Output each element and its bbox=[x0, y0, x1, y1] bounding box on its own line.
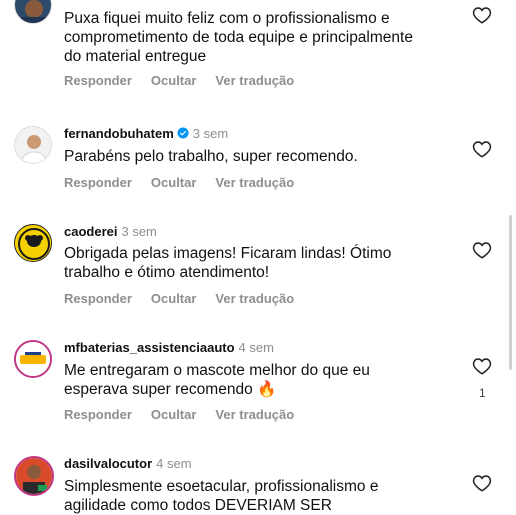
avatar[interactable] bbox=[14, 0, 52, 24]
username-link[interactable]: dasilvalocutor bbox=[64, 456, 152, 471]
scrollbar[interactable] bbox=[509, 215, 512, 370]
comment-text: Me entregaram o mascote melhor do que eu… bbox=[64, 362, 370, 398]
username-link[interactable]: fernandobuhatem bbox=[64, 126, 174, 141]
comment-time: 3 sem bbox=[121, 224, 157, 239]
comment-text: Simplesmente esoetacular, profissionalis… bbox=[64, 478, 379, 514]
comment-actions: Responder Ocultar Ver tradução bbox=[64, 291, 313, 306]
comment-header: caoderei 3 sem bbox=[64, 224, 157, 239]
reply-button[interactable]: Responder bbox=[64, 291, 132, 306]
see-translation-button[interactable]: Ver tradução bbox=[215, 73, 294, 88]
comment-header: mfbaterias_assistenciaauto 4 sem bbox=[64, 340, 274, 355]
see-translation-button[interactable]: Ver tradução bbox=[215, 291, 294, 306]
comment-text: Parabéns pelo trabalho, super recomendo. bbox=[64, 148, 358, 165]
hide-button[interactable]: Ocultar bbox=[151, 73, 197, 88]
comment-text: Obrigada pelas imagens! Ficaram lindas! … bbox=[64, 245, 392, 281]
comment-header: fernandobuhatem 3 sem bbox=[64, 126, 228, 141]
verified-badge-icon bbox=[177, 127, 189, 139]
reply-button[interactable]: Responder bbox=[64, 175, 132, 190]
comment-actions: Responder Ocultar Ver tradução bbox=[64, 407, 313, 422]
username-link[interactable]: caoderei bbox=[64, 224, 117, 239]
heart-icon[interactable] bbox=[472, 6, 492, 24]
hide-button[interactable]: Ocultar bbox=[151, 175, 197, 190]
avatar[interactable] bbox=[14, 126, 52, 164]
avatar[interactable] bbox=[14, 456, 54, 496]
hide-button[interactable]: Ocultar bbox=[151, 291, 197, 306]
comment-time: 4 sem bbox=[156, 456, 192, 471]
reply-button[interactable]: Responder bbox=[64, 73, 132, 88]
like-count: 1 bbox=[479, 386, 486, 400]
comment-actions: Responder Ocultar Ver tradução bbox=[64, 175, 313, 190]
heart-icon[interactable] bbox=[472, 357, 492, 375]
comment-actions: Responder Ocultar Ver tradução bbox=[64, 73, 313, 88]
heart-icon[interactable] bbox=[472, 241, 492, 259]
comment-time: 3 sem bbox=[192, 126, 229, 141]
comment-header: dasilvalocutor 4 sem bbox=[64, 456, 192, 471]
heart-icon[interactable] bbox=[472, 474, 492, 492]
avatar[interactable] bbox=[14, 224, 52, 262]
hide-button[interactable]: Ocultar bbox=[151, 407, 197, 422]
username-link[interactable]: mfbaterias_assistenciaauto bbox=[64, 340, 235, 355]
see-translation-button[interactable]: Ver tradução bbox=[215, 407, 294, 422]
avatar[interactable] bbox=[14, 340, 52, 378]
see-translation-button[interactable]: Ver tradução bbox=[215, 175, 294, 190]
reply-button[interactable]: Responder bbox=[64, 407, 132, 422]
heart-icon[interactable] bbox=[472, 140, 492, 158]
comment-time: 4 sem bbox=[238, 340, 274, 355]
comment-text: Puxa fiquei muito feliz com o profission… bbox=[64, 10, 413, 65]
